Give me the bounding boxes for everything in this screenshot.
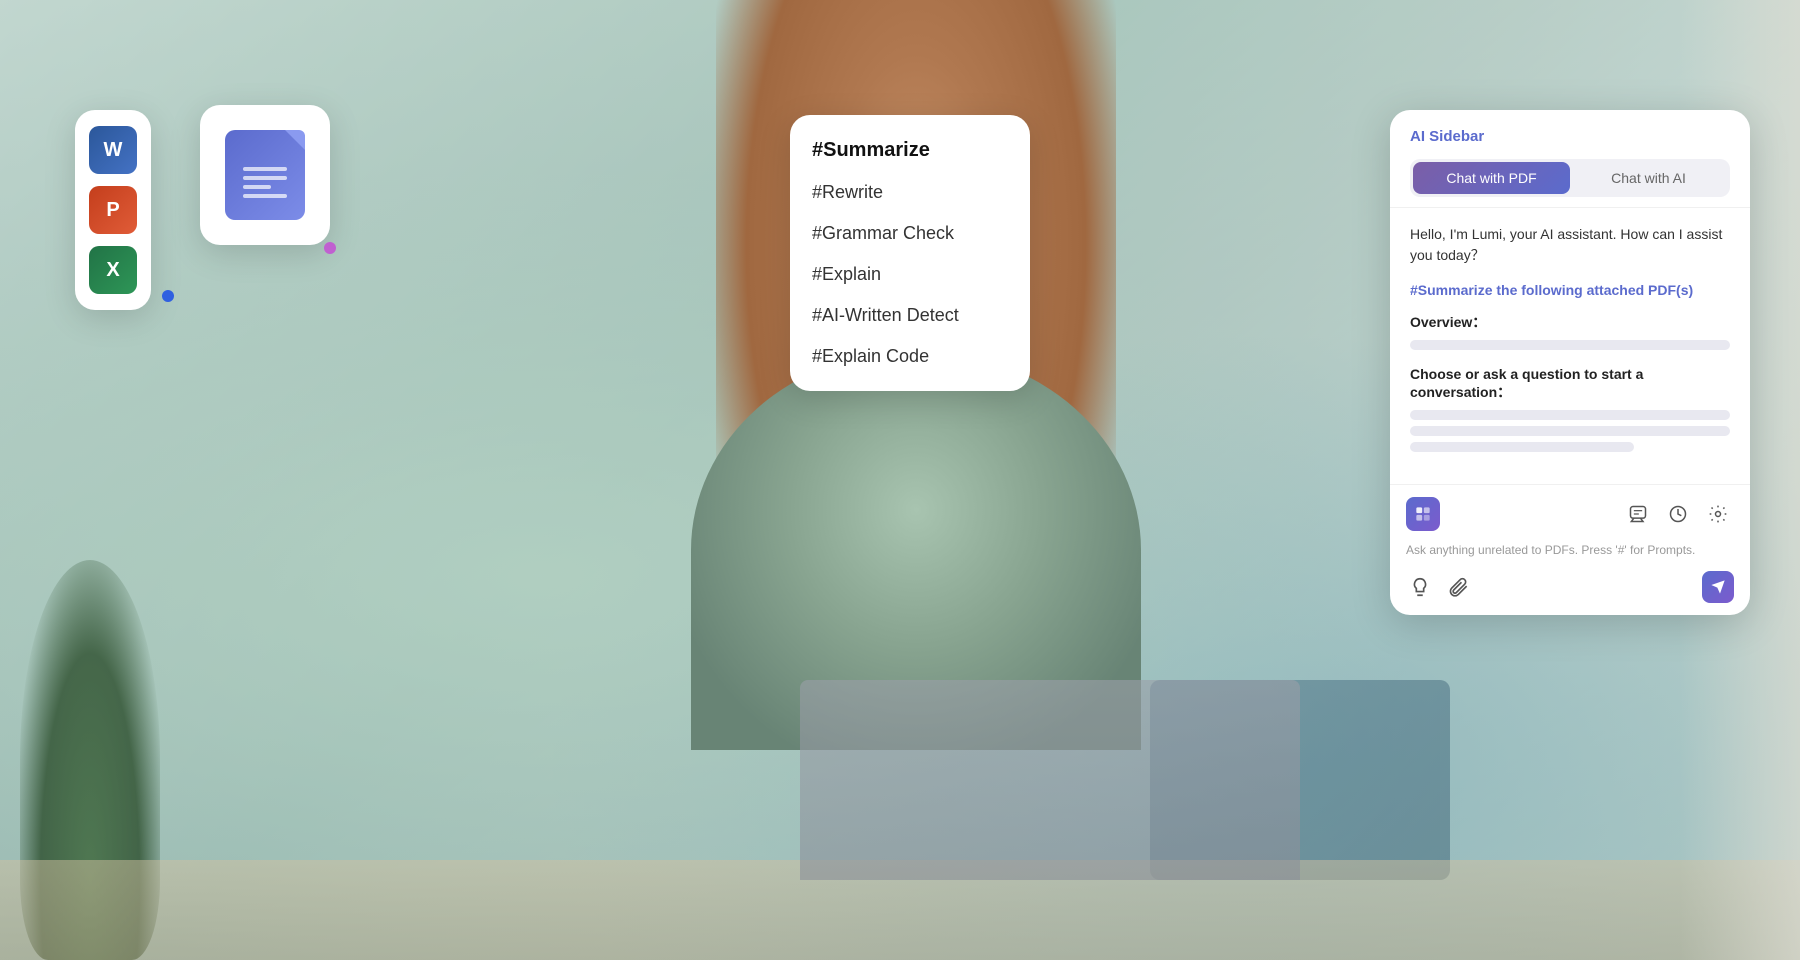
paperclip-icon[interactable] xyxy=(1444,573,1472,601)
chat-icon-svg xyxy=(1628,504,1648,524)
command-ai-detect[interactable]: #AI-Written Detect xyxy=(790,295,1030,336)
ai-sidebar-footer: Ask anything unrelated to PDFs. Press '#… xyxy=(1390,484,1750,615)
clock-icon-svg xyxy=(1668,504,1688,524)
laptop xyxy=(800,680,1300,880)
excel-icon-label: X xyxy=(106,259,119,282)
connector-dot-blue xyxy=(162,290,174,302)
conversation-line-2 xyxy=(1410,426,1730,436)
conversation-section: Choose or ask a question to start a conv… xyxy=(1410,366,1730,452)
footer-icons-row xyxy=(1406,497,1734,531)
doc-line-4 xyxy=(243,194,287,198)
word-icon-label: W xyxy=(104,139,123,162)
conversation-line-1 xyxy=(1410,410,1730,420)
input-hint: Ask anything unrelated to PDFs. Press '#… xyxy=(1406,541,1734,559)
pdf-panel xyxy=(200,105,330,245)
lumi-logo-svg xyxy=(1413,504,1433,524)
settings-icon[interactable] xyxy=(1702,498,1734,530)
ai-sidebar-header: AI Sidebar Chat with PDF Chat with AI xyxy=(1390,110,1750,208)
lightbulb-icon[interactable] xyxy=(1406,573,1434,601)
ai-sidebar: AI Sidebar Chat with PDF Chat with AI He… xyxy=(1390,110,1750,615)
ppt-icon-label: P xyxy=(106,199,119,222)
send-button[interactable] xyxy=(1702,571,1734,603)
pdf-doc-lines xyxy=(235,145,295,206)
attach-icon-svg xyxy=(1447,576,1469,598)
tab-bar: Chat with PDF Chat with AI xyxy=(1410,159,1730,197)
word-icon[interactable]: W xyxy=(89,126,137,174)
command-rewrite[interactable]: #Rewrite xyxy=(790,172,1030,213)
tab-chat-ai[interactable]: Chat with AI xyxy=(1570,162,1727,194)
lumi-icon[interactable] xyxy=(1406,497,1440,531)
conversation-label: Choose or ask a question to start a conv… xyxy=(1410,366,1730,402)
ai-sidebar-title: AI Sidebar xyxy=(1410,128,1730,145)
command-grammar[interactable]: #Grammar Check xyxy=(790,213,1030,254)
utility-icons xyxy=(1622,498,1734,530)
history-icon[interactable] xyxy=(1662,498,1694,530)
doc-line-1 xyxy=(243,167,287,171)
input-action-left xyxy=(1406,573,1472,601)
conversation-line-3 xyxy=(1410,442,1634,452)
lightbulb-icon-svg xyxy=(1409,576,1431,598)
gear-icon-svg xyxy=(1708,504,1728,524)
chat-history-icon[interactable] xyxy=(1622,498,1654,530)
overview-section: Overview： xyxy=(1410,312,1730,350)
greeting-text: Hello, I'm Lumi, your AI assistant. How … xyxy=(1410,224,1730,266)
powerpoint-icon[interactable]: P xyxy=(89,186,137,234)
input-actions-row xyxy=(1406,571,1734,603)
excel-icon[interactable]: X xyxy=(89,246,137,294)
pdf-large-icon xyxy=(225,130,305,220)
file-icons-panel: W P X xyxy=(75,110,151,310)
overview-line-1 xyxy=(1410,340,1730,350)
commands-panel: #Summarize #Rewrite #Grammar Check #Expl… xyxy=(790,115,1030,391)
doc-line-2 xyxy=(243,176,287,180)
tab-chat-pdf[interactable]: Chat with PDF xyxy=(1413,162,1570,194)
connector-dot-purple xyxy=(324,242,336,254)
command-explain[interactable]: #Explain xyxy=(790,254,1030,295)
doc-line-3 xyxy=(243,185,271,189)
summarize-prompt-label: #Summarize the following attached PDF(s) xyxy=(1410,282,1730,298)
ai-sidebar-body: Hello, I'm Lumi, your AI assistant. How … xyxy=(1390,208,1750,484)
command-summarize[interactable]: #Summarize xyxy=(790,129,1030,172)
overview-label: Overview： xyxy=(1410,312,1730,332)
command-explain-code[interactable]: #Explain Code xyxy=(790,336,1030,377)
send-icon-svg xyxy=(1710,579,1726,595)
